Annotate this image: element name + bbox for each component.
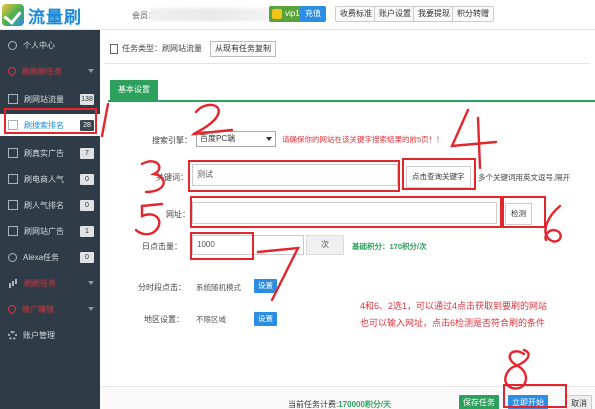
chevron-down-icon [88, 307, 94, 311]
sidebar-item-alexa[interactable]: Alexa任务 0 [0, 246, 100, 268]
sidebar-item-label: 个人中心 [23, 40, 55, 50]
check-button[interactable]: 检测 [505, 203, 532, 225]
engine-select[interactable]: 百度PC端 [196, 131, 276, 147]
transfer-points-button[interactable]: 积分转赠 [452, 6, 494, 22]
count-badge: 0 [80, 173, 94, 185]
gear-icon [8, 330, 17, 340]
start-now-button[interactable]: 立即开始 [508, 395, 548, 409]
sidebar-item-label: 刷搜索排名 [24, 120, 64, 130]
sidebar-item-label: 刷真实广告 [24, 148, 64, 158]
engine-warning: 请确保你的网站在该关键字搜索结果的前5页！！ [282, 135, 444, 144]
top-header: 流量刷 会员： vip1 充值 收费标准 账户设置 我要提现 积分转赠 [0, 0, 595, 30]
keyword-hint: 多个关键词用英文逗号,隔开 [478, 173, 571, 182]
document-icon [110, 43, 118, 54]
time-slot-label: 分时段点击： [138, 283, 186, 292]
url-input[interactable] [192, 202, 497, 224]
base-points: 基础积分：170积分/次 [352, 242, 427, 251]
tab-basic-settings[interactable]: 基本设置 [110, 80, 158, 100]
square-icon [8, 120, 18, 130]
count-badge: 28 [80, 119, 94, 131]
square-icon [8, 94, 18, 104]
person-icon [8, 40, 17, 50]
sidebar-item-label: 刷电商人气 [24, 174, 64, 184]
cost-prefix: 当前任务计费: [288, 400, 339, 409]
footer-bar: 当前任务计费:170000积分/天 保存任务 立即开始 取消 [100, 386, 595, 409]
sidebar-item-personal-center[interactable]: 个人中心 [0, 34, 100, 56]
tab-bar: 基本设置 [108, 80, 595, 102]
count-badge: 1 [80, 225, 94, 237]
pin-icon [6, 303, 18, 315]
region-settings-button[interactable]: 设置 [254, 312, 277, 326]
sidebar-item-label: 刷网站流量 [24, 94, 64, 104]
engine-label: 搜索引擎： [152, 136, 192, 145]
fetch-keyword-button[interactable]: 点击查询关键字 [406, 166, 471, 188]
copy-from-existing-button[interactable]: 从现有任务复制 [210, 40, 276, 57]
square-icon [8, 200, 18, 210]
square-icon [8, 174, 18, 184]
save-task-button[interactable]: 保存任务 [459, 395, 499, 409]
task-type-label: 任务类型：刷网站流量 [122, 44, 202, 53]
cost-value: 170000积分/天 [338, 400, 392, 409]
bar-chart-icon [8, 278, 18, 288]
sidebar-item-label: Alexa任务 [23, 252, 60, 262]
square-icon [8, 148, 18, 158]
logo-text: 流量刷 [28, 7, 82, 27]
time-slot-settings-button[interactable]: 设置 [254, 279, 277, 293]
daily-clicks-label: 日点击量： [142, 242, 182, 251]
square-icon [8, 226, 18, 236]
sidebar-item-site-traffic[interactable]: 刷网站流量 138 [0, 88, 100, 110]
recharge-button[interactable]: 充值 [300, 6, 326, 22]
sidebar-item-tasks[interactable]: 刷刷任务 [0, 272, 100, 294]
region-value: 不限区域 [196, 315, 226, 324]
time-slot-value: 系统随机模式 [196, 283, 241, 292]
url-label: 网址： [166, 210, 190, 219]
task-type-bar: 任务类型：刷网站流量 从现有任务复制 [104, 34, 590, 64]
sidebar-item-promotion[interactable]: 推广赚钱 [0, 298, 100, 320]
sidebar-item-site-ads[interactable]: 刷网站广告 1 [0, 220, 100, 242]
count-badge: 7 [80, 147, 94, 159]
pin-icon [6, 65, 18, 77]
account-settings-button[interactable]: 账户设置 [374, 6, 416, 22]
annotation-note: 4和6、2选1，可以通过4点击获取到要刷的网站 也可以输入网址，点击6检测是否符… [360, 298, 595, 332]
sidebar-item-popularity[interactable]: 刷人气排名 0 [0, 194, 100, 216]
sidebar-item-label: 推广赚钱 [22, 304, 54, 314]
chevron-down-icon [88, 281, 94, 285]
annotation-note-line-2: 也可以输入网址，点击6检测是否符合刷的条件 [360, 318, 546, 328]
logo[interactable]: 流量刷 [2, 3, 112, 27]
cost-summary: 当前任务计费:170000积分/天 [288, 399, 391, 409]
keyword-label: 关键词： [156, 173, 188, 182]
daily-clicks-input[interactable]: 1000 [192, 235, 304, 255]
count-badge: 0 [80, 251, 94, 263]
sidebar: 个人中心 刷刷刷任务 刷网站流量 138 刷搜索排名 28 刷真实广告 7 刷电… [0, 30, 100, 409]
logo-icon [2, 4, 24, 26]
sidebar-item-label: 刷人气排名 [24, 200, 64, 210]
sidebar-item-search-rank[interactable]: 刷搜索排名 28 [0, 114, 100, 136]
chevron-down-icon [88, 69, 94, 73]
sidebar-item-account[interactable]: 账户管理 [0, 324, 100, 346]
withdraw-button[interactable]: 我要提现 [413, 6, 455, 22]
circle-icon [8, 252, 17, 262]
keyword-input[interactable]: 测试 [192, 164, 398, 186]
sidebar-item-label: 刷刷刷任务 [22, 66, 62, 76]
sidebar-item-task-group[interactable]: 刷刷刷任务 [0, 60, 100, 82]
member-name-blurred [150, 8, 270, 21]
count-badge: 138 [80, 93, 94, 105]
main-content: 任务类型：刷网站流量 从现有任务复制 基本设置 搜索引擎： 百度PC端 请确保你… [100, 30, 595, 409]
cancel-button[interactable]: 取消 [566, 395, 592, 409]
annotation-note-line-1: 4和6、2选1，可以通过4点击获取到要刷的网站 [360, 301, 548, 311]
region-label: 地区设置： [144, 315, 184, 324]
daily-clicks-unit: 次 [306, 235, 344, 255]
sidebar-item-ecommerce[interactable]: 刷电商人气 0 [0, 168, 100, 190]
count-badge: 0 [80, 199, 94, 211]
sidebar-item-label: 刷刷任务 [24, 278, 56, 288]
pricing-button[interactable]: 收费标准 [335, 6, 377, 22]
sidebar-item-real-ads[interactable]: 刷真实广告 7 [0, 142, 100, 164]
sidebar-item-label: 账户管理 [23, 330, 55, 340]
sidebar-item-label: 刷网站广告 [24, 226, 64, 236]
